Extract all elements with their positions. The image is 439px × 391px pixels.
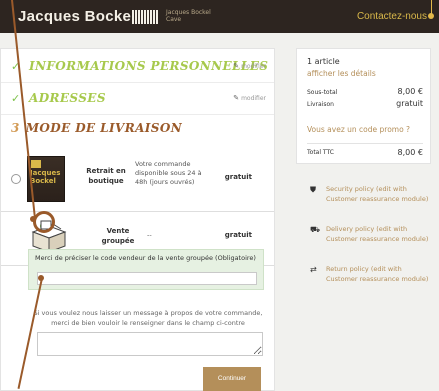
brand-name[interactable]: Jacques Bockel [18,8,136,25]
shipping-option-pickup[interactable]: Jacques Bockel Retrait en boutique Votre c… [1,146,274,212]
edit-personal-info-link[interactable]: ✎ modifier [233,62,266,70]
step-personal-info: ✓ INFORMATIONS PERSONNELLES ✎ modifier [1,51,274,83]
subtotal-label: Sous-total [307,89,338,96]
shipping-row: Livraison gratuit [307,99,423,108]
order-message-textarea[interactable] [37,332,263,356]
step-shipping-title: 3 MODE DE LIVRAISON [11,121,183,135]
barcode-logo-icon [132,10,158,24]
vendor-code-box: Merci de préciser le code vendeur de la … [28,249,264,290]
exchange-icon: ⇄ [310,265,317,274]
brand-subtitle: Jacques Bockel Cave [166,9,211,23]
step-title: ADRESSES [29,91,106,105]
summary-divider [307,143,423,144]
option-price: gratuit [224,231,252,239]
pencil-icon: ✎ [233,62,240,70]
shipping-value: gratuit [396,99,423,108]
option-price: gratuit [224,173,252,181]
option-description: -- [147,231,152,239]
option-name: Vente groupée [101,227,135,245]
total-value: 8,00 € [397,148,423,157]
vendor-code-label: Merci de préciser le code vendeur de la … [35,254,256,262]
logo-mark-icon [31,160,41,168]
check-icon: ✓ [11,92,21,105]
subtotal-row: Sous-total 8,00 € [307,87,423,96]
vendor-code-input[interactable] [37,272,257,285]
article-count: 1 article [307,57,340,66]
option-name: Retrait en boutique [86,167,126,185]
pencil-icon: ✎ [233,94,240,102]
truck-icon: ⛟ [310,225,321,234]
option-description: Votre commande disponible sous 24 à 48h (j… [135,160,202,186]
edit-addresses-link[interactable]: ✎ modifier [233,94,266,102]
step-addresses: ✓ ADRESSES ✎ modifier [1,83,274,115]
subtotal-value: 8,00 € [397,87,423,96]
continue-button[interactable]: Continuer [203,367,261,391]
annotation-yellow-dot [428,13,434,19]
promo-code-link[interactable]: Vous avez un code promo ? [307,125,410,134]
show-details-link[interactable]: afficher les détails [307,69,376,78]
reassurance-block: ⛊ Security policy (edit with Customer rea… [296,172,431,312]
pickup-radio[interactable] [11,174,21,184]
shipping-label: Livraison [307,101,334,108]
step-number: 3 [11,121,20,135]
order-message-hint: Si vous voulez nous laisser un message à… [33,309,263,327]
annotation-circle [33,211,55,233]
total-label: Total TTC [307,149,334,156]
shield-icon: ⛊ [310,185,316,194]
total-row: Total TTC 8,00 € [307,148,423,157]
annotation-dot [38,275,44,281]
contact-link[interactable]: Contactez-nous [357,11,427,22]
order-summary: 1 article afficher les détails Sous-tota… [296,48,431,164]
site-header: Jacques Bockel Jacques Bockel Cave Conta… [0,0,439,33]
